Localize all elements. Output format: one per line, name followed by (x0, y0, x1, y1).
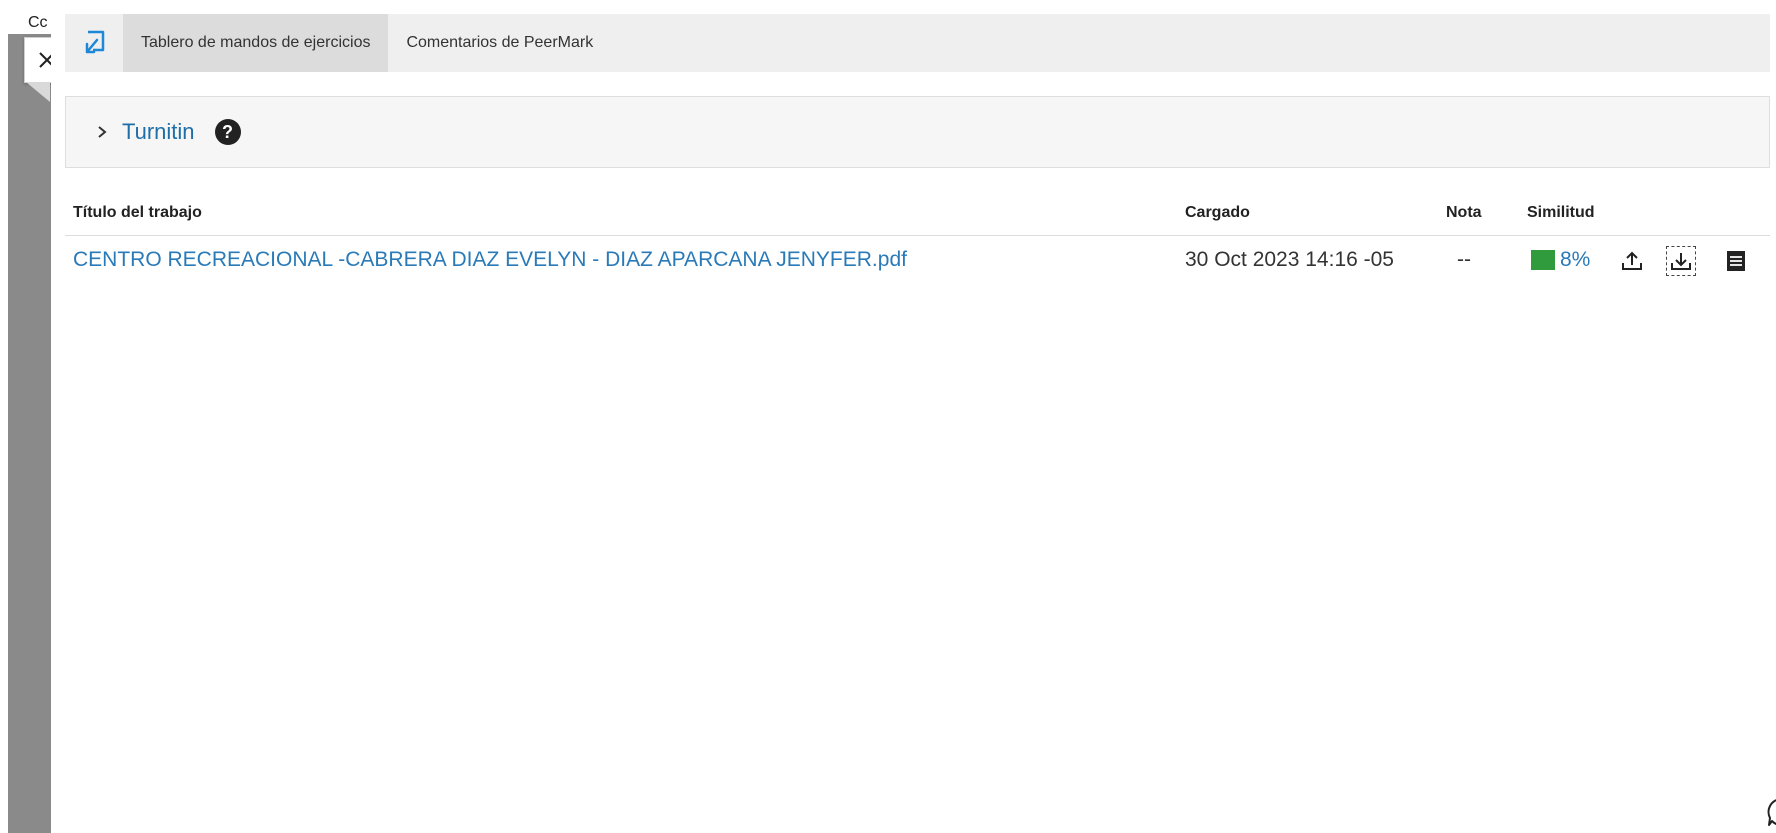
turnitin-panel: Turnitin ? (65, 96, 1770, 168)
modal-content: Tablero de mandos de ejercicios Comentar… (51, 0, 1776, 833)
question-circle-icon[interactable]: ? (214, 119, 241, 145)
table-header: Título del trabajo Cargado Nota Similitu… (65, 198, 1770, 236)
background-page-text: Cc (28, 14, 48, 31)
close-notch (26, 82, 50, 102)
upload-date: 30 Oct 2023 14:16 -05 (1185, 248, 1394, 271)
column-similarity: Similitud (1527, 204, 1595, 221)
document-list-icon (1727, 251, 1745, 271)
similarity-color-badge (1531, 250, 1555, 270)
details-button[interactable] (1721, 246, 1751, 276)
tab-dashboard[interactable]: Tablero de mandos de ejercicios (123, 14, 389, 72)
column-title: Título del trabajo (73, 204, 202, 221)
download-button[interactable] (1666, 246, 1696, 276)
upload-button[interactable] (1617, 246, 1647, 276)
upload-icon (1622, 251, 1642, 270)
chevron-right-icon[interactable] (92, 122, 112, 142)
left-edge (0, 0, 8, 833)
exit-arrow-icon (85, 30, 105, 54)
column-uploaded: Cargado (1185, 204, 1250, 221)
submission-title-link[interactable]: CENTRO RECREACIONAL -CABRERA DIAZ EVELYN… (73, 248, 907, 272)
tab-bar: Tablero de mandos de ejercicios Comentar… (65, 14, 1770, 72)
help-outline-icon (1767, 799, 1776, 826)
download-icon (1671, 253, 1691, 270)
column-grade: Nota (1446, 204, 1482, 221)
tab-peermark[interactable]: Comentarios de PeerMark (388, 14, 611, 72)
grade-value: -- (1457, 248, 1471, 271)
panel-title[interactable]: Turnitin (122, 119, 195, 145)
help-button[interactable] (1765, 796, 1776, 828)
similarity-score-link[interactable]: 8% (1560, 248, 1590, 272)
table-row: CENTRO RECREACIONAL -CABRERA DIAZ EVELYN… (65, 236, 1770, 286)
background-page-sidebar (8, 0, 51, 833)
app-switch-button[interactable] (65, 14, 123, 72)
